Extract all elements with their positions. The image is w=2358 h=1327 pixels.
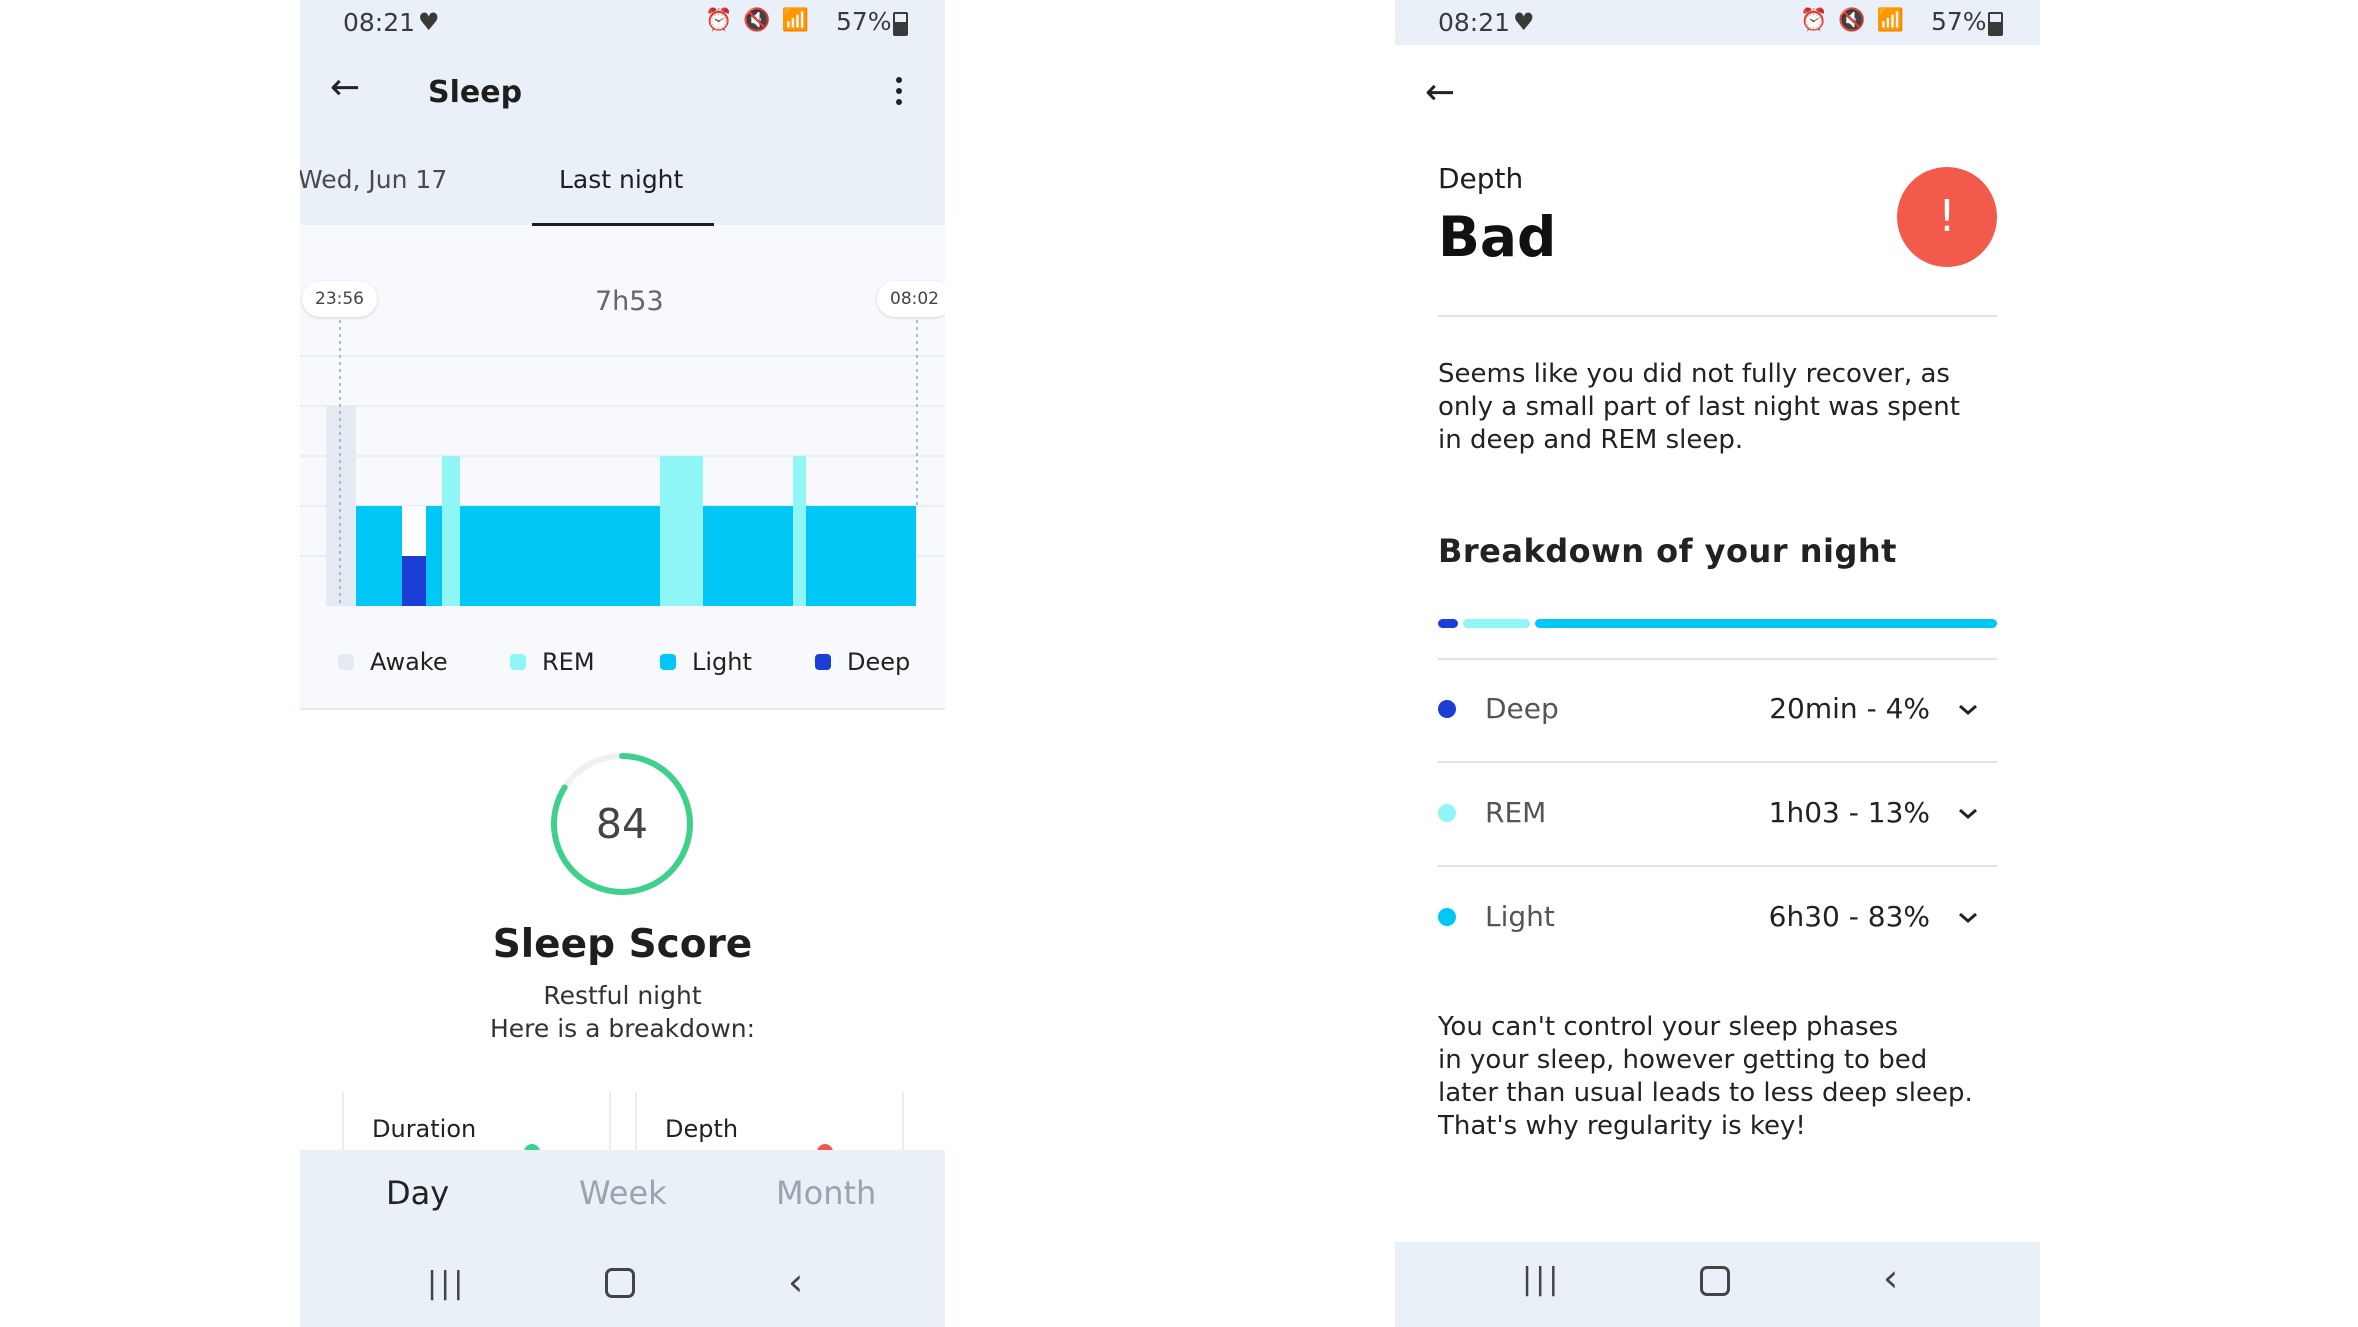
tab-previous-date[interactable]: Wed, Jun 17 (300, 165, 447, 194)
segment-awake-gap (402, 506, 426, 556)
breakdown-bar-deep (1438, 619, 1458, 628)
depth-screen: 08:21 ♥ ⏰ 🔇 📶 57% ← Depth Bad ! Seems li… (1395, 0, 2040, 1327)
rem-dot (1438, 804, 1456, 822)
score-subtitle-2: Here is a breakdown: (489, 1014, 756, 1043)
chevron-down-icon[interactable] (1958, 700, 1978, 720)
segment-rem (442, 456, 460, 606)
heart-icon: ♥ (1513, 8, 1535, 36)
battery-percent: 57% (1931, 7, 1987, 36)
row-name: Deep (1485, 692, 1559, 725)
battery-icon (893, 12, 908, 36)
card-label: Duration (372, 1115, 477, 1143)
recent-apps-icon[interactable]: ||| (1522, 1262, 1561, 1297)
segment-rem (660, 456, 703, 606)
status-bar: 08:21 ♥ ⏰ 🔇 📶 57% (1395, 0, 2040, 45)
chevron-down-icon[interactable] (1958, 804, 1978, 824)
nav-back-icon[interactable]: ‹ (1883, 1256, 1898, 1300)
row-value: 1h03 - 13% (1768, 796, 1930, 829)
row-value: 6h30 - 83% (1768, 900, 1930, 933)
status-time: 08:21 (1438, 8, 1511, 37)
deep-dot (1438, 700, 1456, 718)
segment-light (356, 506, 916, 606)
metric-value: Bad (1438, 205, 1557, 269)
row-value: 20min - 4% (1769, 692, 1930, 725)
battery-icon (1988, 12, 2003, 36)
sleep-score-title: Sleep Score (492, 922, 753, 967)
tab-last-night[interactable]: Last night (559, 165, 683, 194)
breakdown-bar-rem (1463, 619, 1530, 628)
back-arrow-icon[interactable]: ← (1425, 72, 1455, 113)
breakdown-bar-light (1535, 619, 1997, 628)
score-subtitle: Restful night (543, 981, 702, 1010)
legend-light: Light (660, 648, 752, 676)
heart-icon: ♥ (418, 8, 440, 36)
light-swatch (660, 654, 676, 670)
system-navbar: ||| ‹ (300, 1250, 945, 1327)
row-name: Light (1485, 900, 1555, 933)
period-tabs: Day Week Month (300, 1150, 945, 1250)
header: ← Sleep Wed, Jun 17 Last night (300, 45, 945, 226)
tab-month[interactable]: Month (776, 1174, 876, 1212)
row-name: REM (1485, 796, 1547, 829)
sleep-score-value: 84 (595, 800, 649, 848)
depth-card[interactable]: Depth (635, 1092, 904, 1160)
rem-swatch (510, 654, 526, 670)
battery-percent: 57% (836, 7, 892, 36)
status-icons: ⏰ 🔇 📶 (705, 8, 812, 33)
sleep-duration: 7h53 (595, 286, 664, 317)
legend-rem: REM (510, 648, 595, 676)
card-label: Depth (665, 1115, 739, 1143)
divider (1438, 315, 1997, 317)
divider (1438, 761, 1997, 763)
sleep-screen: 08:21 ♥ ⏰ 🔇 📶 57% ← Sleep Wed, Jun 17 La… (300, 0, 945, 1327)
more-options-icon[interactable] (896, 77, 902, 110)
depth-description: Seems like you did not fully recover, as… (1438, 359, 1960, 455)
divider (1438, 658, 1997, 660)
status-time: 08:21 (343, 8, 416, 37)
sleep-chart: 23:56 08:02 7h53 Awake REM Light Deep (300, 226, 945, 710)
tab-day[interactable]: Day (386, 1174, 449, 1212)
end-time-pill: 08:02 (877, 281, 945, 317)
duration-card[interactable]: Duration (342, 1092, 611, 1160)
segment-rem (793, 456, 806, 606)
chevron-down-icon[interactable] (1958, 908, 1978, 928)
back-arrow-icon[interactable]: ← (330, 67, 360, 108)
page-title: Sleep (428, 75, 523, 110)
deep-swatch (815, 654, 831, 670)
segment-deep (402, 556, 426, 606)
nav-back-icon[interactable]: ‹ (788, 1260, 803, 1304)
system-navbar: ||| ‹ (1395, 1242, 2040, 1327)
recent-apps-icon[interactable]: ||| (427, 1266, 466, 1301)
metric-label: Depth (1438, 162, 1524, 195)
legend-awake: Awake (338, 648, 448, 676)
alert-icon: ! (1897, 167, 1997, 267)
light-dot (1438, 908, 1456, 926)
home-icon[interactable] (1700, 1266, 1730, 1296)
awake-swatch (338, 654, 354, 670)
home-icon[interactable] (605, 1268, 635, 1298)
legend-deep: Deep (815, 648, 910, 676)
start-time-pill: 23:56 (302, 281, 377, 317)
divider (1438, 865, 1997, 867)
advice-text: You can't control your sleep phases in y… (1438, 1012, 1973, 1141)
breakdown-title: Breakdown of your night (1438, 532, 1897, 570)
status-bar: 08:21 ♥ ⏰ 🔇 📶 57% (300, 0, 945, 45)
segment-awake (326, 406, 356, 606)
status-icons: ⏰ 🔇 📶 (1800, 8, 1907, 33)
tab-week[interactable]: Week (579, 1174, 667, 1212)
